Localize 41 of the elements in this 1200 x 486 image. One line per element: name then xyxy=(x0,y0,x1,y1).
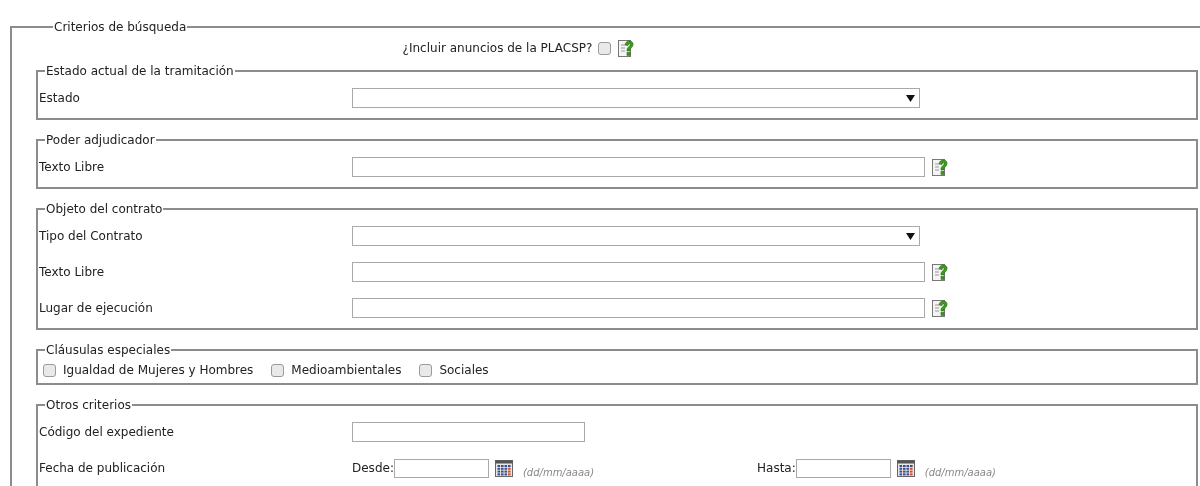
checkbox-label: ¿Incluir anuncios de la PLACSP? xyxy=(402,40,593,57)
section-legend: Cláusulas especiales xyxy=(45,341,172,359)
field-label: Código del expediente xyxy=(39,424,175,441)
field-label: Tipo del Contrato xyxy=(39,228,144,245)
checkbox[interactable] xyxy=(271,363,285,377)
field-label: Texto Libre xyxy=(39,264,106,281)
help-icon[interactable] xyxy=(617,38,637,58)
date-label: Hasta: xyxy=(757,460,796,477)
text-field[interactable] xyxy=(352,422,585,442)
calendar-icon[interactable] xyxy=(493,458,514,478)
section-legend: Poder adjudicador xyxy=(45,131,156,149)
checkbox[interactable] xyxy=(419,363,433,377)
text-field[interactable] xyxy=(352,298,925,318)
dropdown[interactable] xyxy=(352,226,920,246)
date-field[interactable] xyxy=(795,458,891,478)
date-format-hint: (dd/mm/aaaa) xyxy=(924,465,996,480)
checkbox[interactable] xyxy=(598,41,612,55)
text-field[interactable] xyxy=(352,157,925,177)
date-field[interactable] xyxy=(393,458,489,478)
help-icon[interactable] xyxy=(931,262,950,282)
checkbox-label: Medioambientales xyxy=(291,362,402,379)
dropdown-arrow-icon xyxy=(906,232,915,240)
date-format-hint: (dd/mm/aaaa) xyxy=(522,465,595,480)
field-label: Texto Libre xyxy=(39,159,106,176)
section-legend: Otros criterios xyxy=(45,396,133,414)
checkbox-label: Igualdad de Mujeres y Hombres xyxy=(63,362,254,379)
field-label: Estado xyxy=(39,90,81,107)
section-legend: Estado actual de la tramitación xyxy=(45,62,235,80)
field-label: Fecha de publicación xyxy=(39,460,167,477)
field-label: Lugar de ejecución xyxy=(39,300,154,317)
help-icon[interactable] xyxy=(931,298,950,318)
dropdown-arrow-icon xyxy=(906,94,915,102)
date-label: Desde: xyxy=(352,460,394,477)
help-icon[interactable] xyxy=(931,157,950,177)
section-legend: Objeto del contrato xyxy=(45,200,164,218)
calendar-icon[interactable] xyxy=(895,458,916,478)
checkbox[interactable] xyxy=(43,363,56,377)
text-field[interactable] xyxy=(352,262,925,282)
panel-legend: Criterios de búsqueda xyxy=(53,18,188,36)
dropdown[interactable] xyxy=(352,88,920,108)
checkbox-label: Sociales xyxy=(439,362,489,379)
